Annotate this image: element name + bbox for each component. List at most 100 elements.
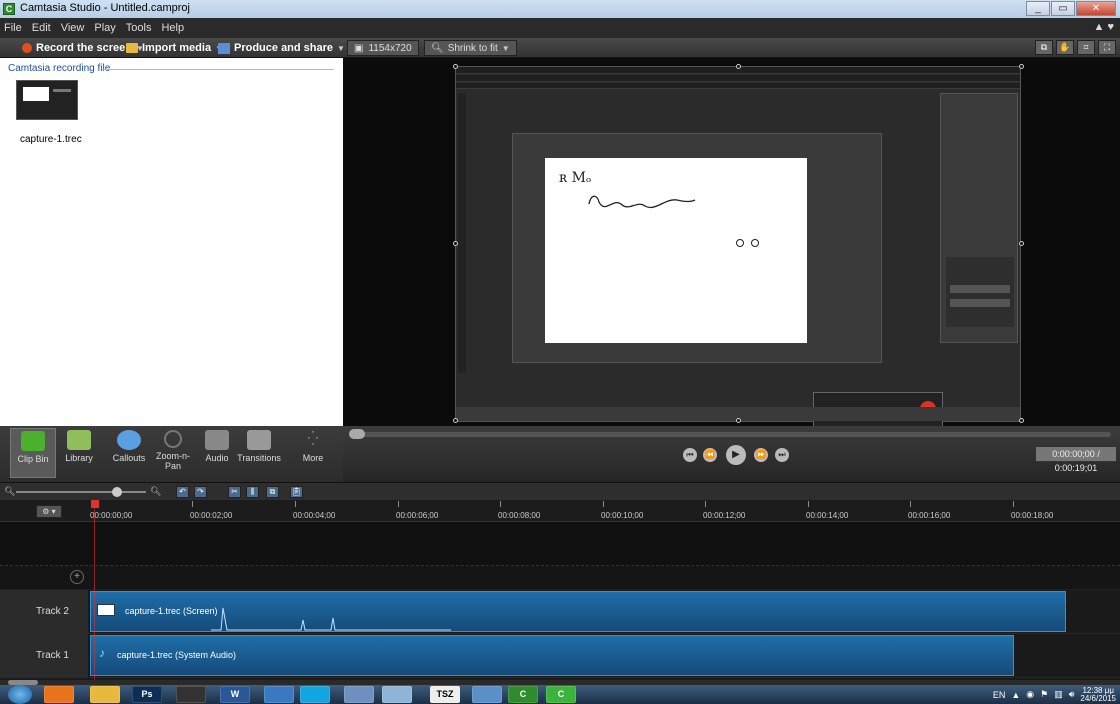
clip-file-name[interactable]: capture-1.trec <box>20 134 82 145</box>
playhead-marker[interactable] <box>91 500 99 508</box>
zoom-in-icon[interactable]: 🔍︎ <box>150 486 161 497</box>
add-track-button[interactable]: + <box>70 570 84 584</box>
start-button[interactable] <box>8 685 32 704</box>
track-label[interactable]: Track 2 <box>0 590 88 633</box>
zoom-out-icon[interactable]: 🔍︎ <box>4 486 15 497</box>
resize-handle[interactable] <box>1019 64 1024 69</box>
notification-icon[interactable]: ▲ ♥ <box>1094 21 1114 33</box>
pointer-icon[interactable]: ✋ <box>1056 40 1074 55</box>
track-1: Track 1 ♪ capture-1.trec (System Audio) <box>0 634 1120 678</box>
timeline-settings-button[interactable]: ⚙ ▾ <box>36 505 62 518</box>
next-clip-button[interactable]: ⏭ <box>775 448 789 462</box>
tab-clip-bin[interactable]: Clip Bin <box>10 428 56 478</box>
camtasia-recorder-icon[interactable]: C <box>508 686 538 703</box>
menu-file[interactable]: File <box>4 22 22 34</box>
menu-play[interactable]: Play <box>94 22 115 34</box>
chrome-icon[interactable]: ◉ <box>1026 689 1034 700</box>
folder-icon <box>126 43 138 53</box>
detach-icon[interactable]: ⧉ <box>1035 40 1053 55</box>
ruler-tick <box>808 501 809 507</box>
resize-handle[interactable] <box>453 418 458 423</box>
preview-nested-window: ʀ Mₒ <box>512 133 943 428</box>
skype-icon[interactable] <box>300 686 330 703</box>
word-icon[interactable]: W <box>220 686 250 703</box>
preview-canvas[interactable]: ʀ Mₒ <box>343 58 1120 428</box>
thumbnail-bar <box>53 89 71 92</box>
tab-zoom-n-pan[interactable]: Zoom-n-Pan <box>150 428 196 478</box>
language-indicator[interactable]: EN <box>993 690 1006 700</box>
paint-icon[interactable] <box>382 686 412 703</box>
import-media-button[interactable]: Import media ▼ <box>126 40 223 56</box>
tray-arrow-icon[interactable]: ▲ <box>1011 690 1020 700</box>
network-tray-icon[interactable]: ▥ <box>1054 689 1063 700</box>
empty-track-area[interactable] <box>0 522 1120 566</box>
media-icon[interactable] <box>176 686 206 703</box>
tsz-icon[interactable]: TSZ <box>430 686 460 703</box>
split-icon[interactable]: ⫼ <box>246 486 259 498</box>
produce-share-button[interactable]: Produce and share ▼ <box>218 40 345 56</box>
timeline-zoom-slider[interactable] <box>16 491 146 493</box>
audio-clip[interactable]: ♪ capture-1.trec (System Audio) <box>90 635 1014 676</box>
resize-handle[interactable] <box>1019 418 1024 423</box>
rewind-button[interactable]: ⏪ <box>703 448 717 462</box>
app-icon[interactable] <box>344 686 374 703</box>
recorded-screen-preview[interactable]: ʀ Mₒ <box>455 66 1021 428</box>
redo-icon[interactable]: ↷ <box>194 486 207 498</box>
undo-icon[interactable]: ↶ <box>176 486 189 498</box>
magnifier-icon <box>164 430 182 448</box>
menu-tools[interactable]: Tools <box>126 22 152 34</box>
tab-transitions[interactable]: Transitions <box>236 428 282 478</box>
network-icon[interactable] <box>264 686 294 703</box>
clip-label: capture-1.trec (System Audio) <box>117 650 237 660</box>
cut-icon[interactable]: ✂ <box>228 486 241 498</box>
app2-icon[interactable] <box>472 686 502 703</box>
more-icon: ⁛ <box>307 430 319 446</box>
tab-more[interactable]: ⁛ More <box>290 428 336 478</box>
tab-library[interactable]: Library <box>56 428 102 478</box>
resize-handle[interactable] <box>1019 241 1024 246</box>
dimensions-selector[interactable]: ▣ 1154x720 <box>347 40 419 56</box>
clock[interactable]: 12:38 μμ 24/6/2015 <box>1080 686 1116 703</box>
menu-view[interactable]: View <box>61 22 85 34</box>
tab-audio[interactable]: Audio <box>194 428 240 478</box>
volume-icon[interactable]: 🔊︎ <box>1069 689 1075 700</box>
clip-label: capture-1.trec (Screen) <box>125 606 218 616</box>
screen-clip[interactable]: capture-1.trec (Screen) <box>90 591 1066 632</box>
ruler-label: 00:00:10;00 <box>601 511 644 520</box>
play-button[interactable]: ▶ <box>726 445 746 465</box>
timeline-ruler[interactable]: ⚙ ▾ 00:00:00;00 00:00:02;00 00:00:04;00 … <box>0 500 1120 522</box>
resize-handle[interactable] <box>736 418 741 423</box>
firefox-icon[interactable] <box>44 686 74 703</box>
resize-handle[interactable] <box>736 64 741 69</box>
crop-icon[interactable]: ⌗ <box>1077 40 1095 55</box>
player-controls: ⏮ ⏪ ▶ ⏩ ⏭ 0:00:00;00 / 0:00:19;01 <box>343 426 1120 482</box>
copy-icon[interactable]: ⧉ <box>266 486 279 498</box>
previous-clip-button[interactable]: ⏮ <box>683 448 697 462</box>
ruler-label: 00:00:18;00 <box>1011 511 1054 520</box>
playback-scrubber[interactable] <box>351 432 1111 437</box>
scrubber-handle[interactable] <box>349 429 365 439</box>
track-label[interactable]: Track 1 <box>0 634 88 677</box>
flag-icon[interactable]: ⚑ <box>1040 689 1048 700</box>
ruler-tick <box>705 501 706 507</box>
resize-handle[interactable] <box>453 241 458 246</box>
maximize-button[interactable]: ▭ <box>1051 1 1075 16</box>
zoom-slider-handle[interactable] <box>112 487 122 497</box>
resize-handle[interactable] <box>453 64 458 69</box>
explorer-icon[interactable] <box>90 686 120 703</box>
fullscreen-icon[interactable]: ⛶ <box>1098 40 1116 55</box>
zoom-selector[interactable]: 🔍︎ Shrink to fit ▼ <box>424 40 517 56</box>
camtasia-studio-icon[interactable]: C <box>546 686 576 703</box>
paste-icon[interactable]: 📋︎ <box>290 486 303 498</box>
tab-callouts[interactable]: Callouts <box>106 428 152 478</box>
ruler-tick <box>192 501 193 507</box>
close-button[interactable]: ✕ <box>1076 1 1116 16</box>
search-icon: 🔍︎ <box>431 42 444 54</box>
menu-edit[interactable]: Edit <box>32 22 51 34</box>
minimize-button[interactable]: _ <box>1026 1 1050 16</box>
menu-help[interactable]: Help <box>161 22 184 34</box>
svg-text:ʀ Mₒ: ʀ Mₒ <box>559 170 591 186</box>
clip-thumbnail[interactable] <box>16 80 78 120</box>
photoshop-icon[interactable]: Ps <box>132 686 162 703</box>
fast-forward-button[interactable]: ⏩ <box>754 448 768 462</box>
